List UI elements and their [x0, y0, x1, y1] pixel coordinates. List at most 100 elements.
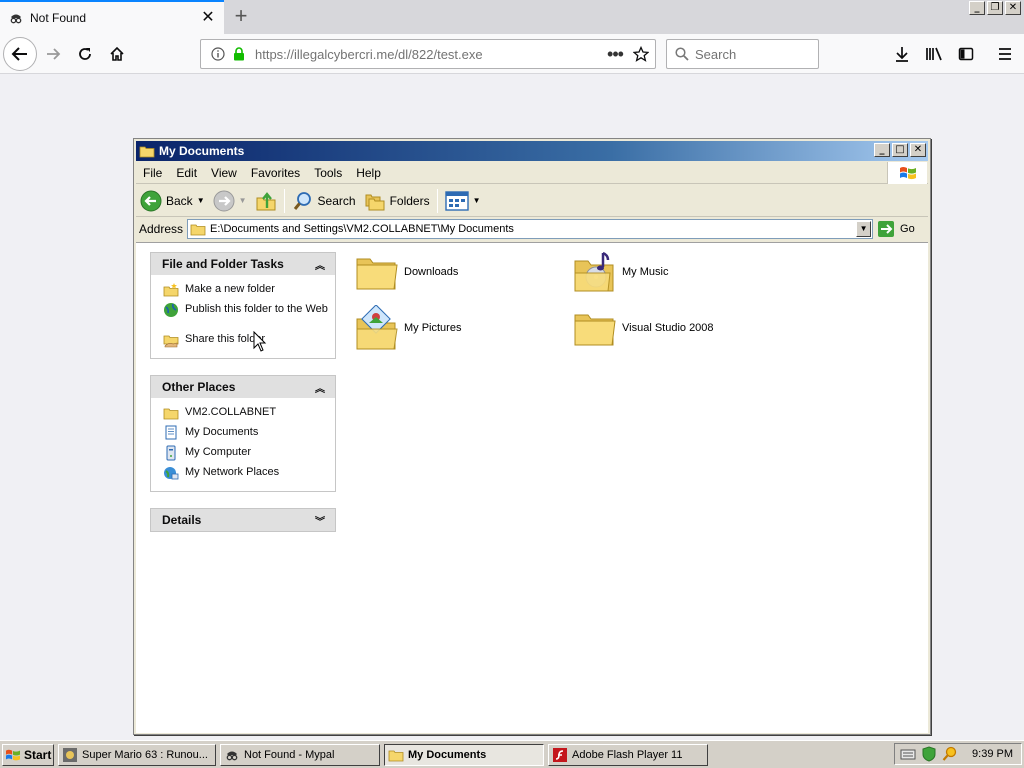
address-field[interactable]: E:\Documents and Settings\VM2.COLLABNET\…	[187, 219, 874, 239]
tab-close-icon[interactable]: ✕	[200, 10, 216, 26]
go-button[interactable]: Go	[877, 220, 915, 238]
menu-bar: File Edit View Favorites Tools Help	[136, 162, 928, 184]
taskbar-item-flash-player[interactable]: Adobe Flash Player 11	[548, 743, 708, 766]
search-bar[interactable]: Search	[666, 39, 819, 69]
library-button[interactable]	[921, 42, 947, 66]
menu-view[interactable]: View	[204, 166, 244, 180]
explorer-title-bar[interactable]: My Documents _ □ ✕	[136, 141, 928, 161]
file-item-my-pictures[interactable]: My Pictures	[354, 304, 554, 352]
spy-favicon-icon	[8, 10, 24, 26]
task-share-folder[interactable]: Share this folder	[163, 332, 335, 352]
pictures-folder-icon	[356, 305, 398, 350]
task-label: My Documents	[408, 748, 487, 761]
windows-logo-icon	[887, 162, 927, 184]
toolbar-separator	[283, 188, 285, 213]
reload-button[interactable]	[69, 38, 101, 70]
spy-favicon-icon	[226, 751, 238, 760]
address-dropdown-icon[interactable]: ▼	[856, 221, 872, 237]
taskbar-item-mypal[interactable]: Not Found - Mypal	[220, 743, 380, 766]
hamburger-icon	[999, 48, 1011, 60]
place-label: VM2.COLLABNET	[185, 406, 277, 418]
views-button[interactable]: ▼	[441, 187, 485, 215]
file-name: My Pictures	[404, 322, 462, 334]
place-my-network-places[interactable]: My Network Places	[163, 465, 335, 485]
task-publish-folder-web[interactable]: Publish this folder to the Web	[163, 302, 335, 332]
collapse-chevron-icon[interactable]: ︽	[315, 380, 325, 395]
place-my-computer[interactable]: My Computer	[163, 445, 335, 465]
taskbar-item-super-mario[interactable]: Super Mario 63 : Runou...	[58, 743, 216, 766]
file-item-my-music[interactable]: My Music	[572, 248, 772, 296]
new-tab-button[interactable]: +	[228, 4, 254, 30]
go-label: Go	[900, 223, 915, 235]
security-shield-icon[interactable]	[922, 746, 936, 762]
menu-favorites[interactable]: Favorites	[244, 166, 307, 180]
panel-title: Other Places	[162, 380, 236, 394]
details-panel: Details ︾	[150, 508, 336, 532]
explorer-content-area[interactable]: File and Folder Tasks ︽ Make a new folde…	[136, 242, 928, 733]
explorer-window[interactable]: My Documents _ □ ✕ File Edit View Favori…	[133, 138, 931, 735]
sidebar-toggle-button[interactable]	[953, 42, 979, 66]
search-icon	[675, 47, 689, 61]
url-text[interactable]: https://illegalcybercri.me/dl/822/test.e…	[255, 47, 603, 62]
folder-icon	[356, 258, 398, 290]
home-button[interactable]	[101, 38, 133, 70]
downloads-button[interactable]	[889, 42, 915, 66]
browser-tab-active[interactable]: Not Found ✕	[0, 0, 224, 34]
reload-icon	[79, 48, 91, 60]
forward-button[interactable]	[37, 38, 69, 70]
menu-tools[interactable]: Tools	[307, 166, 349, 180]
file-item-downloads[interactable]: Downloads	[354, 248, 554, 296]
file-item-visual-studio-2008[interactable]: Visual Studio 2008	[572, 304, 772, 352]
back-button[interactable]	[3, 37, 37, 71]
place-vm2-collabnet[interactable]: VM2.COLLABNET	[163, 405, 335, 425]
close-icon[interactable]: ✕	[910, 143, 926, 157]
mouse-cursor-icon	[253, 331, 267, 352]
taskbar: Start Super Mario 63 : Runou... Not Foun…	[0, 740, 1024, 768]
explorer-forward-button[interactable]: ▼	[209, 187, 251, 215]
forward-dropdown-icon[interactable]: ▼	[239, 196, 247, 205]
other-places-header[interactable]: Other Places ︽	[151, 376, 335, 398]
secure-lock-icon[interactable]	[231, 47, 247, 61]
close-icon[interactable]: ✕	[1005, 1, 1021, 15]
expand-chevron-icon[interactable]: ︾	[315, 513, 325, 528]
info-icon[interactable]	[207, 47, 229, 61]
folders-button[interactable]: Folders	[360, 187, 434, 215]
home-icon	[110, 46, 124, 61]
collapse-chevron-icon[interactable]: ︽	[315, 257, 325, 272]
start-button[interactable]: Start	[2, 743, 54, 766]
details-header[interactable]: Details ︾	[151, 509, 335, 531]
minimize-icon[interactable]: _	[874, 143, 890, 157]
menu-edit[interactable]: Edit	[169, 166, 204, 180]
taskbar-item-my-documents[interactable]: My Documents	[384, 743, 544, 766]
restore-icon[interactable]: ❐	[987, 1, 1003, 15]
back-dropdown-icon[interactable]: ▼	[197, 196, 205, 205]
folder-icon	[163, 408, 179, 420]
tab-title: Not Found	[30, 11, 87, 25]
up-folder-button[interactable]	[251, 187, 281, 215]
task-label: Super Mario 63 : Runou...	[82, 748, 208, 761]
bookmark-star-icon[interactable]	[627, 46, 655, 62]
page-actions-more-icon[interactable]: •••	[603, 44, 627, 65]
place-my-documents[interactable]: My Documents	[163, 425, 335, 445]
network-places-icon	[164, 467, 179, 480]
address-path[interactable]: E:\Documents and Settings\VM2.COLLABNET\…	[210, 223, 856, 235]
place-label: My Network Places	[185, 466, 280, 478]
hamburger-menu-button[interactable]	[992, 42, 1018, 66]
explorer-back-button[interactable]: Back ▼	[136, 187, 209, 215]
menu-help[interactable]: Help	[349, 166, 388, 180]
folders-label: Folders	[389, 193, 430, 208]
maximize-icon[interactable]: □	[892, 143, 908, 157]
music-folder-icon	[574, 251, 614, 292]
search-tray-icon[interactable]	[942, 746, 958, 762]
file-name: Downloads	[404, 266, 459, 278]
minimize-icon[interactable]: _	[969, 1, 985, 15]
place-label: My Computer	[185, 446, 252, 458]
my-documents-icon	[165, 425, 177, 440]
vm-window-controls: _ ❐ ✕	[969, 1, 1021, 15]
menu-file[interactable]: File	[136, 166, 169, 180]
views-dropdown-icon[interactable]: ▼	[473, 196, 481, 205]
url-bar[interactable]: https://illegalcybercri.me/dl/822/test.e…	[200, 39, 656, 69]
task-make-new-folder[interactable]: Make a new folder	[163, 282, 335, 302]
search-button[interactable]: Search	[288, 187, 360, 215]
file-folder-tasks-header[interactable]: File and Folder Tasks ︽	[151, 253, 335, 275]
